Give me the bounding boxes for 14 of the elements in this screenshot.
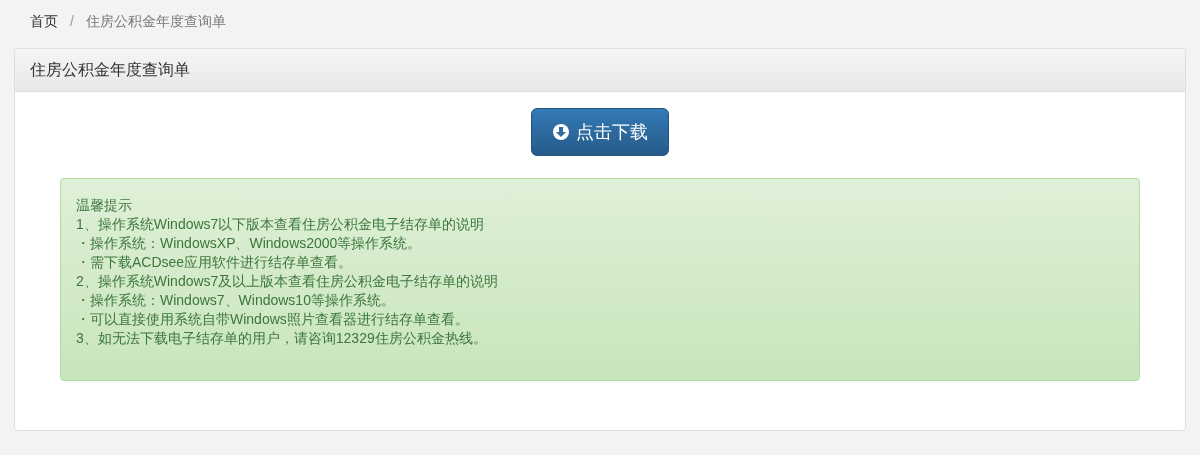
breadcrumb-separator: / [70,11,74,31]
notice-line: ・可以直接使用系统自带Windows照片查看器进行结存单查看。 [76,310,470,329]
notice-line: ・需下载ACDsee应用软件进行结存单查看。 [76,253,354,272]
notice-line: ・操作系统：WindowsXP、Windows2000等操作系统。 [76,234,423,253]
breadcrumb-link[interactable]: 首页 [30,10,58,32]
download-icon [552,123,570,141]
notice-line: 3、如无法下载电子结存单的用户，请咨询12329住房公积金热线。 [76,329,488,348]
download-button[interactable]: 点击下载 [531,108,669,156]
notice-title: 温馨提示 [76,196,133,215]
panel-title: 住房公积金年度查询单 [30,60,190,80]
notice-line: 2、操作系统Windows7及以上版本查看住房公积金电子结存单的说明 [76,272,500,291]
notice-line: ・操作系统：Windows7、Windows10等操作系统。 [76,291,396,310]
notice-line: 1、操作系统Windows7以下版本查看住房公积金电子结存单的说明 [76,215,486,234]
breadcrumb-current: 住房公积金年度查询单 [85,11,226,31]
